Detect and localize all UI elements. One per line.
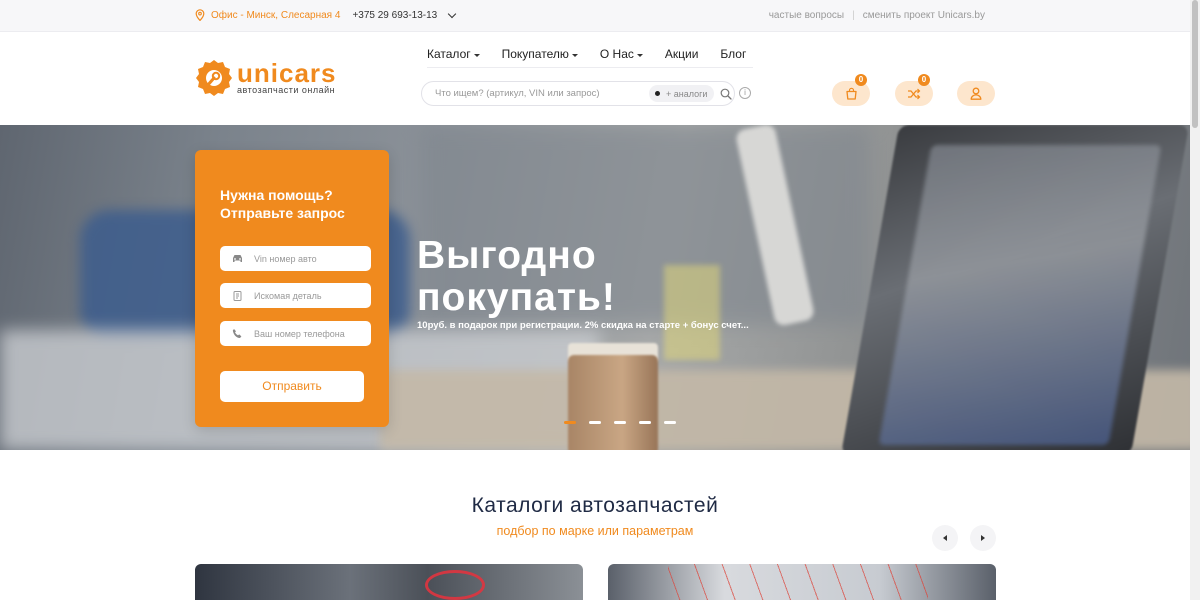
info-icon[interactable]: i [739, 87, 751, 99]
top-links-divider: | [852, 10, 855, 21]
nav-item-label: Акции [664, 47, 699, 61]
caret-down-icon [571, 53, 578, 57]
shuffle-compare-icon [908, 88, 921, 99]
phone-field[interactable] [220, 321, 371, 346]
phone-number[interactable]: +375 29 693-13-13 [352, 10, 437, 21]
card-image-detail [668, 564, 928, 600]
nav-item-label: О Нас [599, 47, 634, 61]
cart-count-badge: 0 [855, 74, 867, 86]
vin-field[interactable] [220, 246, 371, 271]
account-button[interactable] [957, 81, 995, 106]
slider-dot-4[interactable] [639, 421, 651, 424]
phone-icon [232, 329, 242, 338]
chevron-down-icon[interactable] [447, 9, 457, 18]
slider-dot-5[interactable] [664, 421, 676, 424]
header: unicars автозапчасти онлайн Каталог Поку… [0, 33, 1190, 125]
faq-link[interactable]: частые вопросы [769, 10, 844, 21]
location-pin-icon [195, 9, 205, 21]
user-icon [970, 87, 982, 100]
nav-item-label: Покупателю [501, 47, 569, 61]
top-bar: Офис - Минск, Слесарная 4 +375 29 693-13… [0, 0, 1190, 32]
cart-button[interactable]: 0 [832, 74, 870, 106]
search-icon[interactable] [720, 88, 733, 100]
arrow-right-icon [981, 535, 985, 541]
page: Офис - Минск, Слесарная 4 +375 29 693-13… [0, 0, 1200, 600]
hero-title: Выгодно покупать! [417, 234, 616, 319]
shopping-bag-icon [845, 87, 857, 100]
car-icon [233, 255, 242, 262]
help-request-form: Нужна помощь? Отправьте запрос Отправить [195, 150, 389, 427]
switch-project-link[interactable]: сменить проект Unicars.by [863, 10, 985, 21]
nav-item-about[interactable]: О Нас [600, 47, 643, 61]
toggle-dot [655, 91, 660, 96]
help-form-title: Нужна помощь? Отправьте запрос [220, 187, 345, 221]
nav-item-customers[interactable]: Покупателю [502, 47, 578, 61]
caret-down-icon [473, 53, 480, 57]
hero-slider: Выгодно покупать! 10руб. в подарок при р… [0, 125, 1190, 450]
submit-button[interactable]: Отправить [220, 371, 364, 402]
scrollbar-thumb[interactable] [1192, 0, 1198, 128]
search-input[interactable] [435, 88, 649, 99]
office-address[interactable]: Офис - Минск, Слесарная 4 [211, 10, 340, 21]
catalogs-title: Каталоги автозапчастей [471, 494, 719, 517]
slider-dot-1[interactable] [564, 421, 576, 424]
nav-divider [427, 67, 753, 68]
catalog-card-brand[interactable] [195, 564, 583, 600]
compare-button[interactable]: 0 [895, 74, 933, 106]
carousel-next-button[interactable] [970, 525, 996, 551]
slider-dot-3[interactable] [614, 421, 626, 424]
analogs-label: + аналоги [666, 88, 708, 99]
slider-dot-2[interactable] [589, 421, 601, 424]
hero-subtitle: 10руб. в подарок при регистрации. 2% ски… [417, 320, 749, 331]
arrow-left-icon [943, 535, 947, 541]
catalog-card-parameters[interactable] [608, 564, 996, 600]
part-field[interactable] [220, 283, 371, 308]
vin-input[interactable] [254, 253, 364, 264]
gear-wrench-logo-icon [196, 60, 232, 96]
top-links: частые вопросы | сменить проект Unicars.… [769, 10, 985, 21]
phone-input[interactable] [254, 328, 364, 339]
logo-tagline: автозапчасти онлайн [237, 85, 336, 95]
clipboard-icon [233, 291, 242, 301]
analogs-toggle[interactable]: + аналоги [649, 85, 715, 102]
nav-item-label: Блог [720, 47, 747, 61]
logo-name: unicars [237, 58, 337, 88]
contact-info: Офис - Минск, Слесарная 4 +375 29 693-13… [195, 9, 457, 21]
part-input[interactable] [254, 290, 364, 301]
catalogs-subtitle: подбор по марке или параметрам [496, 524, 694, 538]
main-nav: Каталог Покупателю О Нас Акции Блог [427, 47, 746, 61]
caret-down-icon [636, 53, 643, 57]
nav-item-blog[interactable]: Блог [720, 47, 746, 61]
compare-count-badge: 0 [918, 74, 930, 86]
page-scrollbar[interactable] [1190, 0, 1200, 600]
carousel-prev-button[interactable] [932, 525, 958, 551]
hero-background-coffee-cup [568, 355, 658, 450]
slider-dots [564, 421, 676, 424]
nav-item-promotions[interactable]: Акции [665, 47, 699, 61]
card-image-detail [425, 570, 485, 600]
search-bar: + аналоги [421, 81, 735, 106]
nav-item-catalog[interactable]: Каталог [427, 47, 480, 61]
nav-item-label: Каталог [427, 47, 471, 61]
logo[interactable]: unicars автозапчасти онлайн [195, 59, 337, 97]
